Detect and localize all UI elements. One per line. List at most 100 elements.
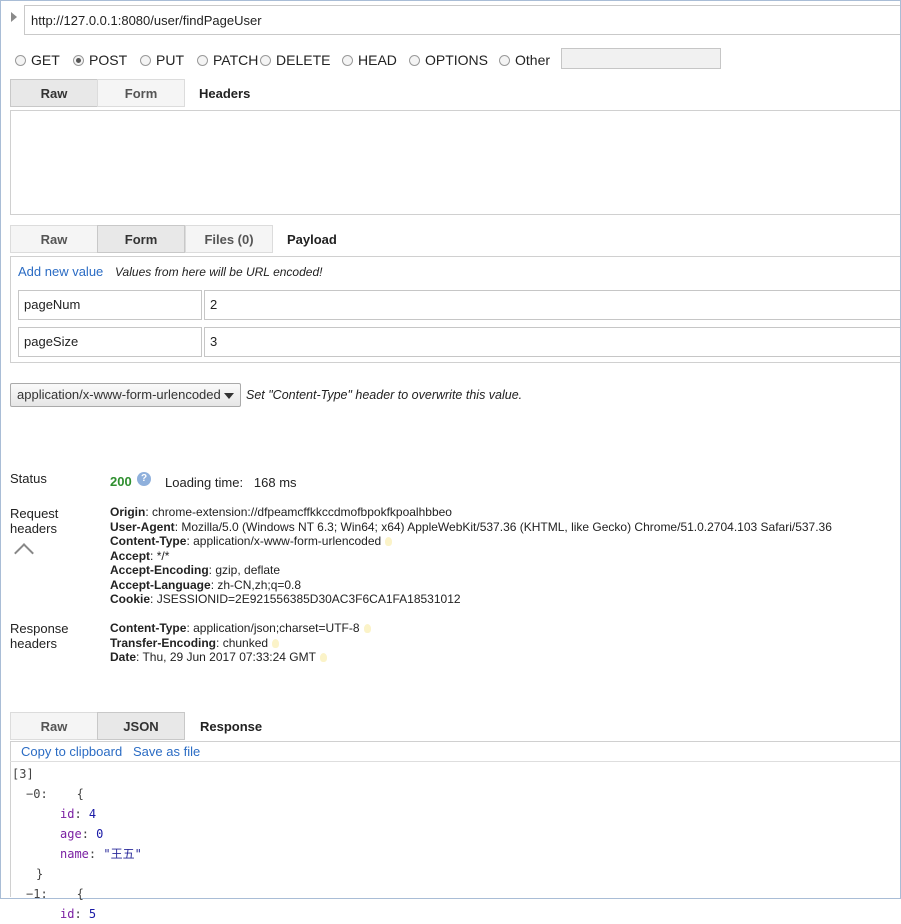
request-header-value: Mozilla/5.0 (Windows NT 6.3; Win64; x64)…	[181, 519, 832, 534]
expand-toggle-icon[interactable]	[11, 12, 17, 22]
radio-icon[interactable]	[409, 54, 420, 66]
radio-icon[interactable]	[140, 54, 151, 66]
param-value-field[interactable]: 3	[204, 327, 900, 357]
json-token: "王五"	[103, 847, 142, 861]
json-token: 4	[88, 807, 97, 821]
url-input[interactable]: http://127.0.0.1:8080/user/findPageUser	[24, 5, 900, 35]
json-token: id	[60, 807, 75, 821]
response-header-name: Date	[110, 650, 137, 664]
response-title: Response	[200, 719, 263, 734]
request-header-value: application/x-www-form-urlencoded	[193, 534, 382, 548]
response-panel	[10, 741, 900, 897]
json-token: :	[81, 827, 97, 841]
request-header-name: Origin	[110, 505, 146, 519]
url-encoded-note: Values from here will be URL encoded!	[115, 265, 323, 279]
lightbulb-icon[interactable]	[363, 624, 371, 633]
response-header-value: Thu, 29 Jun 2017 07:33:24 GMT	[142, 650, 316, 664]
save-as-file-link[interactable]: Save as file	[133, 744, 200, 759]
request-header-row: Accept-Encoding: gzip, deflate	[110, 563, 281, 577]
radio-icon[interactable]	[499, 54, 510, 66]
payload-title: Payload	[287, 232, 337, 247]
request-header-row: Accept: */*	[110, 548, 170, 563]
radio-icon[interactable]	[342, 54, 353, 66]
payload-tab-raw[interactable]: Raw	[10, 225, 98, 253]
json-line: −1: {	[12, 884, 142, 904]
request-header-row: Content-Type: application/x-www-form-url…	[110, 534, 832, 549]
request-header-name: Content-Type	[110, 534, 187, 548]
request-header-name: Accept	[110, 548, 151, 563]
headers-title: Headers	[199, 86, 251, 101]
json-token: :	[88, 847, 104, 861]
other-method-input[interactable]	[561, 48, 721, 69]
method-get[interactable]: GET	[15, 52, 60, 68]
headers-tab-raw[interactable]: Raw	[10, 79, 98, 107]
response-header-value: chunked	[222, 635, 269, 650]
json-token: {	[47, 787, 84, 801]
json-token: 0:	[33, 787, 48, 801]
response-header-row: Content-Type: application/json;charset=U…	[110, 621, 371, 636]
method-other[interactable]: Other	[499, 52, 550, 68]
request-header-name: Accept-Encoding	[110, 563, 209, 577]
json-token: id	[60, 907, 75, 921]
request-headers-list: Origin: chrome-extension://dfpeamcffkkcc…	[110, 505, 832, 607]
status-label: Status	[10, 471, 47, 486]
request-header-name: Accept-Language	[110, 577, 211, 592]
request-header-name: User-Agent	[110, 519, 175, 534]
response-headers-list: Content-Type: application/json;charset=U…	[110, 621, 371, 665]
request-header-value: gzip, deflate	[215, 563, 281, 577]
request-header-row: User-Agent: Mozilla/5.0 (Windows NT 6.3;…	[110, 519, 832, 534]
lightbulb-icon[interactable]	[385, 537, 393, 546]
radio-selected-icon[interactable]	[73, 54, 84, 66]
json-line: −0: {	[12, 784, 142, 804]
help-icon[interactable]: ?	[137, 472, 151, 486]
response-tab-json[interactable]: JSON	[97, 712, 185, 740]
method-patch[interactable]: PATCH	[197, 52, 258, 68]
content-type-select[interactable]: application/x-www-form-urlencoded	[10, 383, 241, 407]
json-line: name: "王五"	[12, 844, 142, 864]
radio-icon[interactable]	[15, 54, 26, 66]
copy-to-clipboard-link[interactable]: Copy to clipboard	[21, 744, 122, 759]
json-token: :	[74, 807, 89, 821]
method-post[interactable]: POST	[73, 52, 127, 68]
json-token: [3]	[12, 767, 34, 781]
divider	[10, 761, 900, 762]
json-token: }	[36, 867, 44, 881]
method-options[interactable]: OPTIONS	[409, 52, 488, 68]
request-header-row: Cookie: JSESSIONID=2E921556385D30AC3F6CA…	[110, 592, 461, 606]
method-head[interactable]: HEAD	[342, 52, 397, 68]
request-header-value: */*	[156, 548, 170, 563]
json-line: id: 4	[12, 804, 142, 824]
response-header-name: Content-Type	[110, 621, 187, 635]
lightbulb-icon[interactable]	[272, 638, 280, 648]
method-delete[interactable]: DELETE	[260, 52, 330, 68]
response-header-name: Transfer-Encoding	[110, 635, 217, 650]
payload-tab-form[interactable]: Form	[97, 225, 185, 253]
json-token: 0	[96, 827, 104, 841]
method-put[interactable]: PUT	[140, 52, 184, 68]
request-headers-label: Request headers	[10, 506, 59, 536]
param-name-field[interactable]: pageSize	[18, 327, 202, 357]
headers-raw-textarea[interactable]	[10, 110, 900, 215]
json-token: name	[60, 847, 89, 861]
request-header-value: JSESSIONID=2E921556385D30AC3F6CA1FA18531…	[156, 592, 461, 606]
json-viewer: [3] −0: {id: 4 age: 0 name: "王五"} −1: {id: 5	[12, 764, 142, 924]
add-new-value-link[interactable]: Add new value	[18, 264, 103, 279]
headers-tab-form[interactable]: Form	[97, 79, 185, 107]
param-name-field[interactable]: pageNum	[18, 290, 202, 320]
json-line: }	[12, 864, 142, 884]
request-header-name: Cookie	[110, 592, 151, 606]
response-header-row: Date: Thu, 29 Jun 2017 07:33:24 GMT	[110, 650, 371, 665]
param-value-field[interactable]: 2	[204, 290, 900, 320]
response-header-value: application/json;charset=UTF-8	[193, 621, 360, 635]
lightbulb-icon[interactable]	[319, 653, 327, 662]
status-code: 200	[110, 474, 132, 489]
json-token: 5	[88, 907, 97, 921]
radio-icon[interactable]	[197, 54, 208, 66]
payload-tab-files[interactable]: Files (0)	[185, 225, 273, 253]
json-token: :	[74, 907, 89, 921]
dropdown-arrow-icon	[224, 393, 234, 399]
response-header-row: Transfer-Encoding: chunked	[110, 636, 371, 651]
content-type-note: Set "Content-Type" header to overwrite t…	[246, 388, 523, 402]
response-tab-raw[interactable]: Raw	[10, 712, 98, 740]
radio-icon[interactable]	[260, 54, 271, 66]
